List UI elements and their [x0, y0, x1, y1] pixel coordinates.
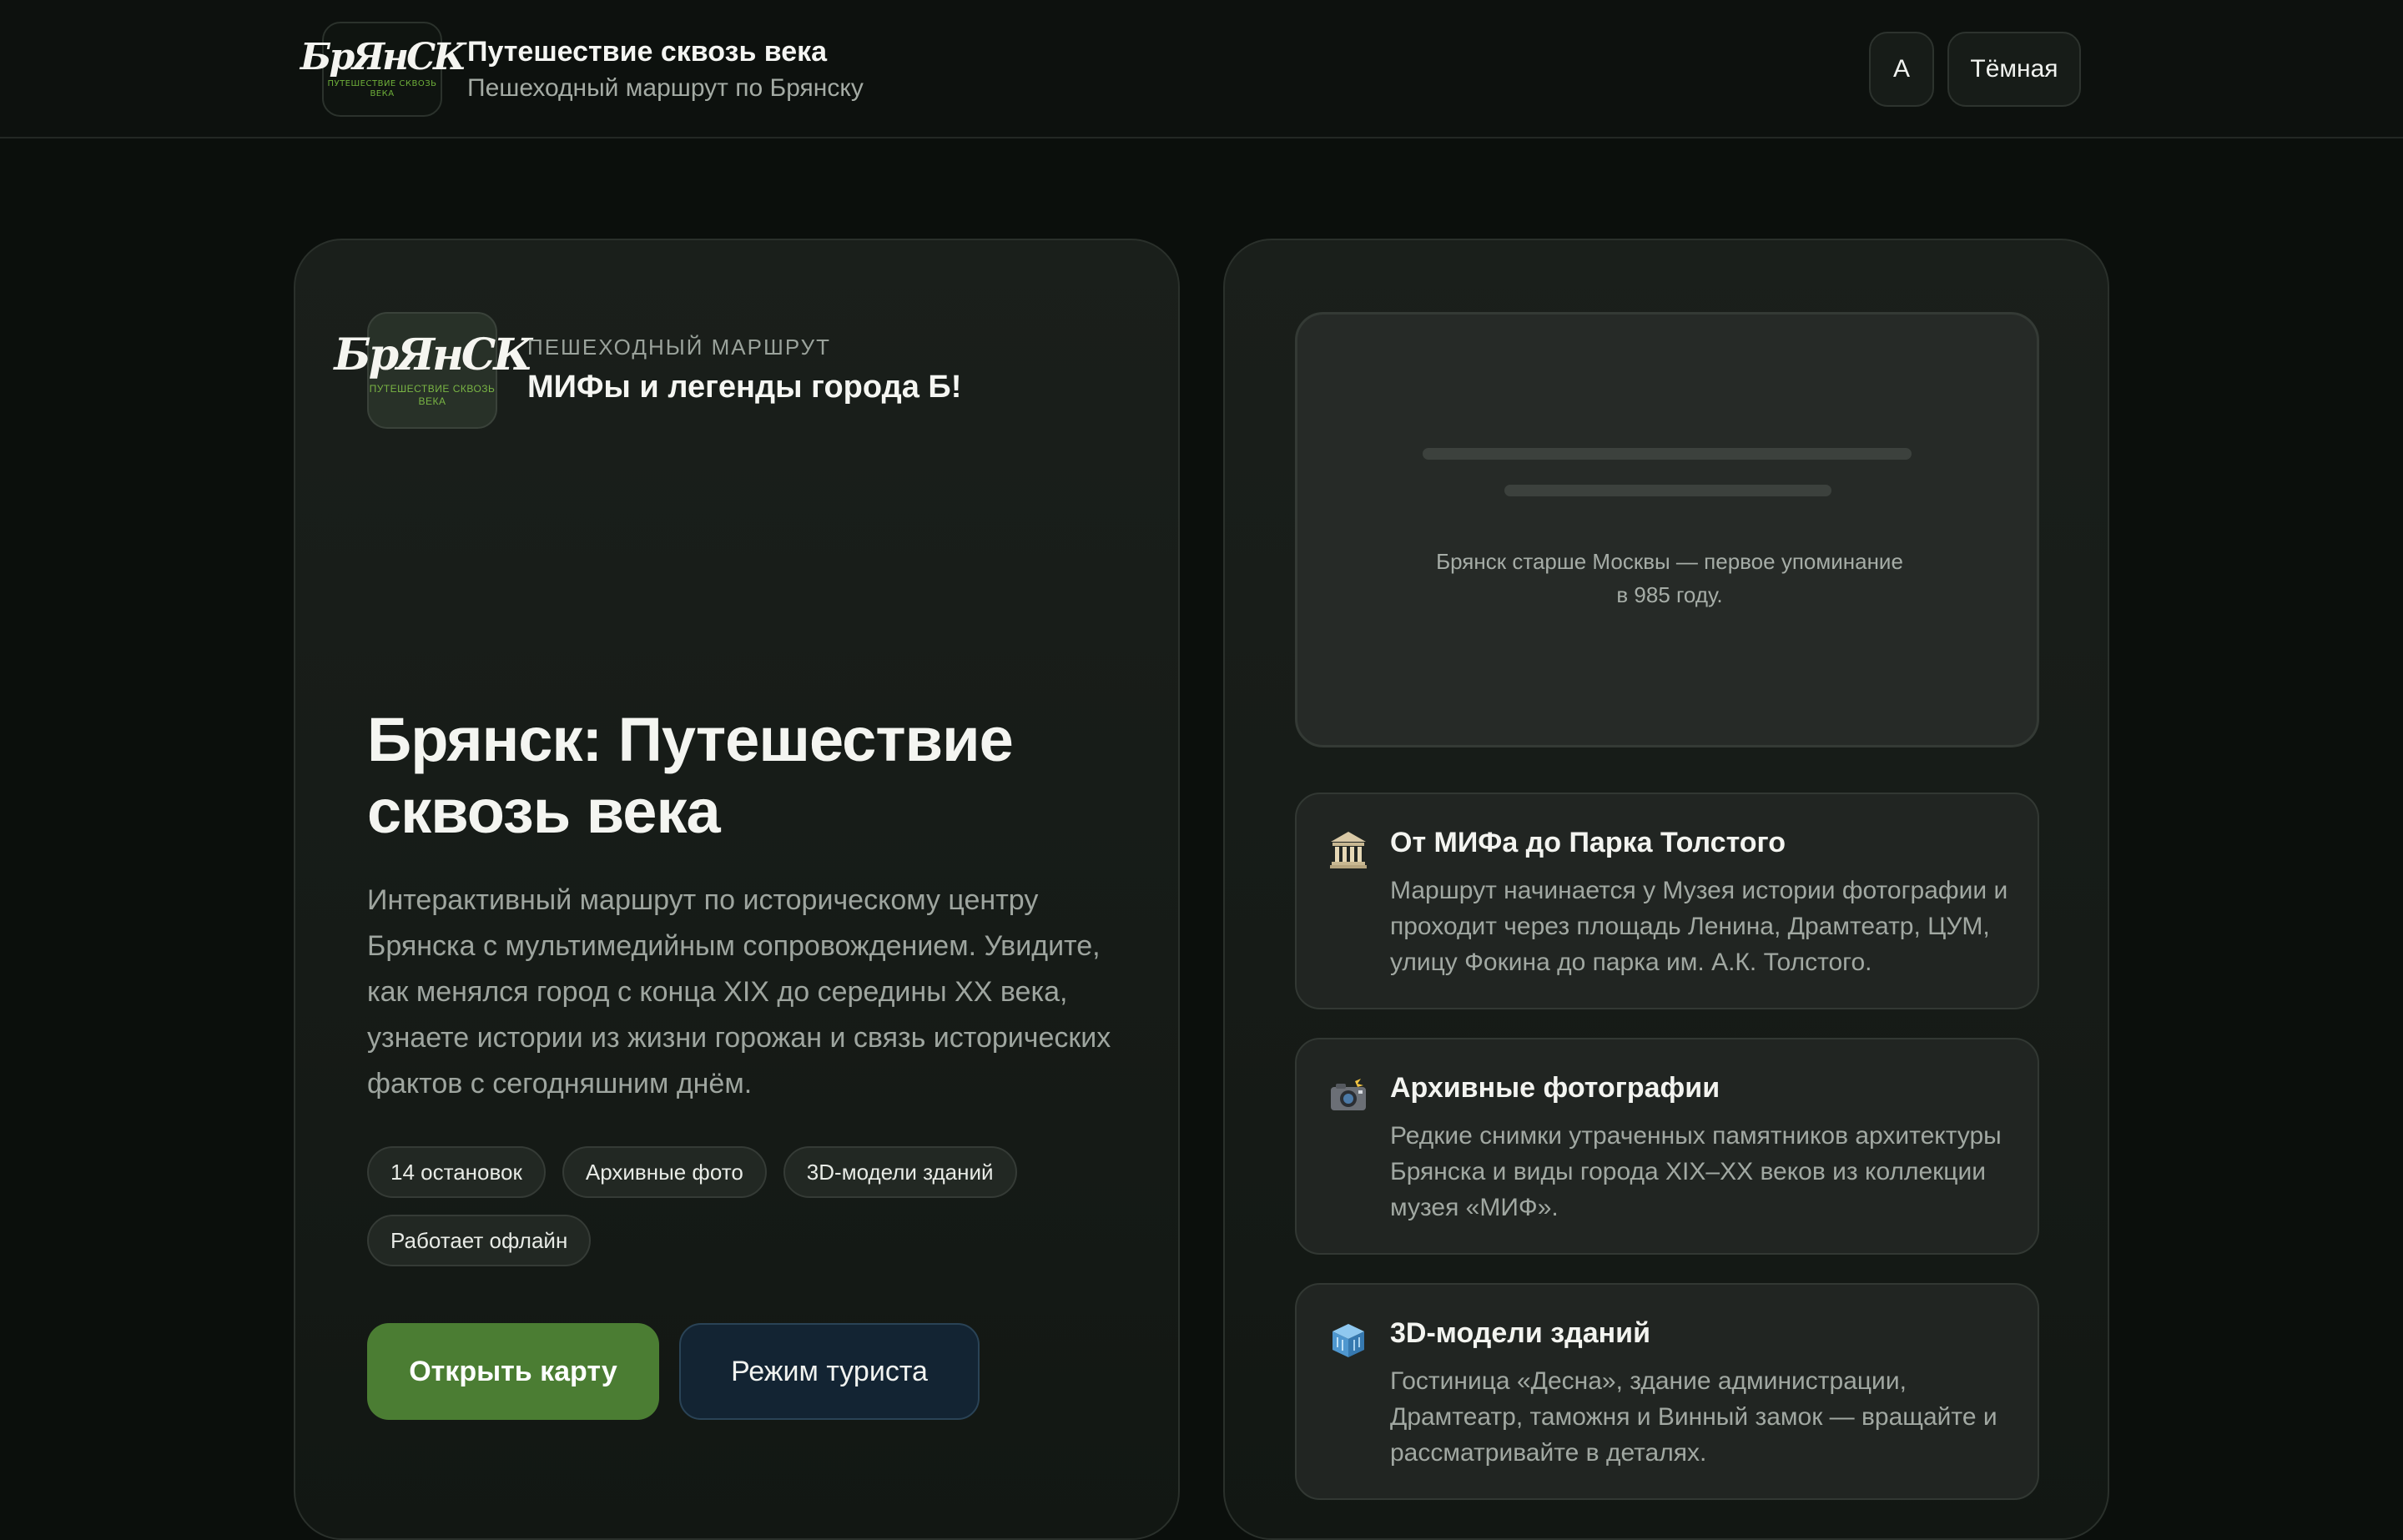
- feature-3d-models: 3D-модели зданий Гостиница «Десна», здан…: [1295, 1283, 2039, 1500]
- brand-text: Путешествие сквозь века Пешеходный маршр…: [467, 33, 864, 105]
- loading-skeleton-line: [1423, 448, 1912, 460]
- route-logo-tagline: путешествие сквозь века: [369, 383, 496, 407]
- cube-icon: [1327, 1318, 1370, 1361]
- route-logo: БрЯнСК путешествие сквозь века: [334, 312, 533, 429]
- feature-description: Редкие снимки утраченных памятников архи…: [1390, 1122, 2002, 1221]
- logo-tagline: путешествие сквозь века: [327, 79, 437, 98]
- feature-description: Маршрут начинается у Музея истории фотог…: [1390, 877, 2008, 976]
- font-size-button[interactable]: A: [1869, 32, 1934, 107]
- route-details-card: Брянск старше Москвы — первое упоминание…: [1223, 239, 2109, 1540]
- open-map-button[interactable]: Открыть карту: [367, 1323, 659, 1420]
- tourist-mode-button[interactable]: Режим туриста: [679, 1323, 980, 1420]
- app-logo[interactable]: БрЯнСК путешествие сквозь века: [300, 22, 466, 117]
- hero-actions: Открыть карту Режим туриста: [367, 1323, 980, 1420]
- hero-title: Брянск: Путешествие сквозь века: [367, 705, 1014, 846]
- route-header: БрЯнСК путешествие сквозь века ПЕШЕХОДНЫ…: [334, 312, 961, 429]
- route-meta: ПЕШЕХОДНЫЙ МАРШРУТ МИФы и легенды города…: [527, 333, 961, 408]
- route-kicker: ПЕШЕХОДНЫЙ МАРШРУТ: [527, 335, 831, 360]
- feature-route: От МИФа до Парка Толстого Маршрут начина…: [1295, 793, 2039, 1009]
- app-title: Путешествие сквозь века: [467, 36, 828, 68]
- route-name: МИФы и легенды города Б!: [527, 370, 962, 405]
- feature-title: От МИФа до Парка Толстого: [1390, 827, 1786, 858]
- feature-archive-photos: Архивные фотографии Редкие снимки утраче…: [1295, 1038, 2039, 1255]
- chip-3d-models: 3D-модели зданий: [783, 1146, 1017, 1198]
- route-logo-mark: БрЯнСК: [334, 330, 532, 380]
- loading-skeleton-line: [1504, 485, 1831, 496]
- chip-offline: Работает офлайн: [367, 1215, 592, 1266]
- feature-description: Гостиница «Десна», здание администрации,…: [1390, 1367, 1997, 1467]
- top-bar: БрЯнСК путешествие сквозь века Путешеств…: [0, 0, 2403, 138]
- museum-icon: [1327, 828, 1370, 871]
- logo-mark: БрЯнСК: [300, 36, 466, 78]
- app-subtitle: Пешеходный маршрут по Брянску: [467, 74, 864, 102]
- hero-description: Интерактивный маршрут по историческому ц…: [367, 884, 1111, 1100]
- chip-archive-photos: Архивные фото: [562, 1146, 767, 1198]
- camera-flash-icon: [1327, 1073, 1370, 1116]
- brand[interactable]: БрЯнСК путешествие сквозь века Путешеств…: [300, 22, 864, 117]
- feature-title: 3D-модели зданий: [1390, 1317, 1650, 1349]
- fact-text: Брянск старше Москвы — первое упоминание…: [1436, 549, 1903, 607]
- feature-title: Архивные фотографии: [1390, 1072, 1720, 1104]
- fact-panel: Брянск старше Москвы — первое упоминание…: [1295, 312, 2039, 747]
- feature-chips: 14 остановок Архивные фото 3D-модели зда…: [367, 1146, 1118, 1266]
- route-intro-card: БрЯнСК путешествие сквозь века ПЕШЕХОДНЫ…: [294, 239, 1180, 1540]
- chip-stops: 14 остановок: [367, 1146, 546, 1198]
- theme-toggle-button[interactable]: Тёмная: [1947, 32, 2081, 107]
